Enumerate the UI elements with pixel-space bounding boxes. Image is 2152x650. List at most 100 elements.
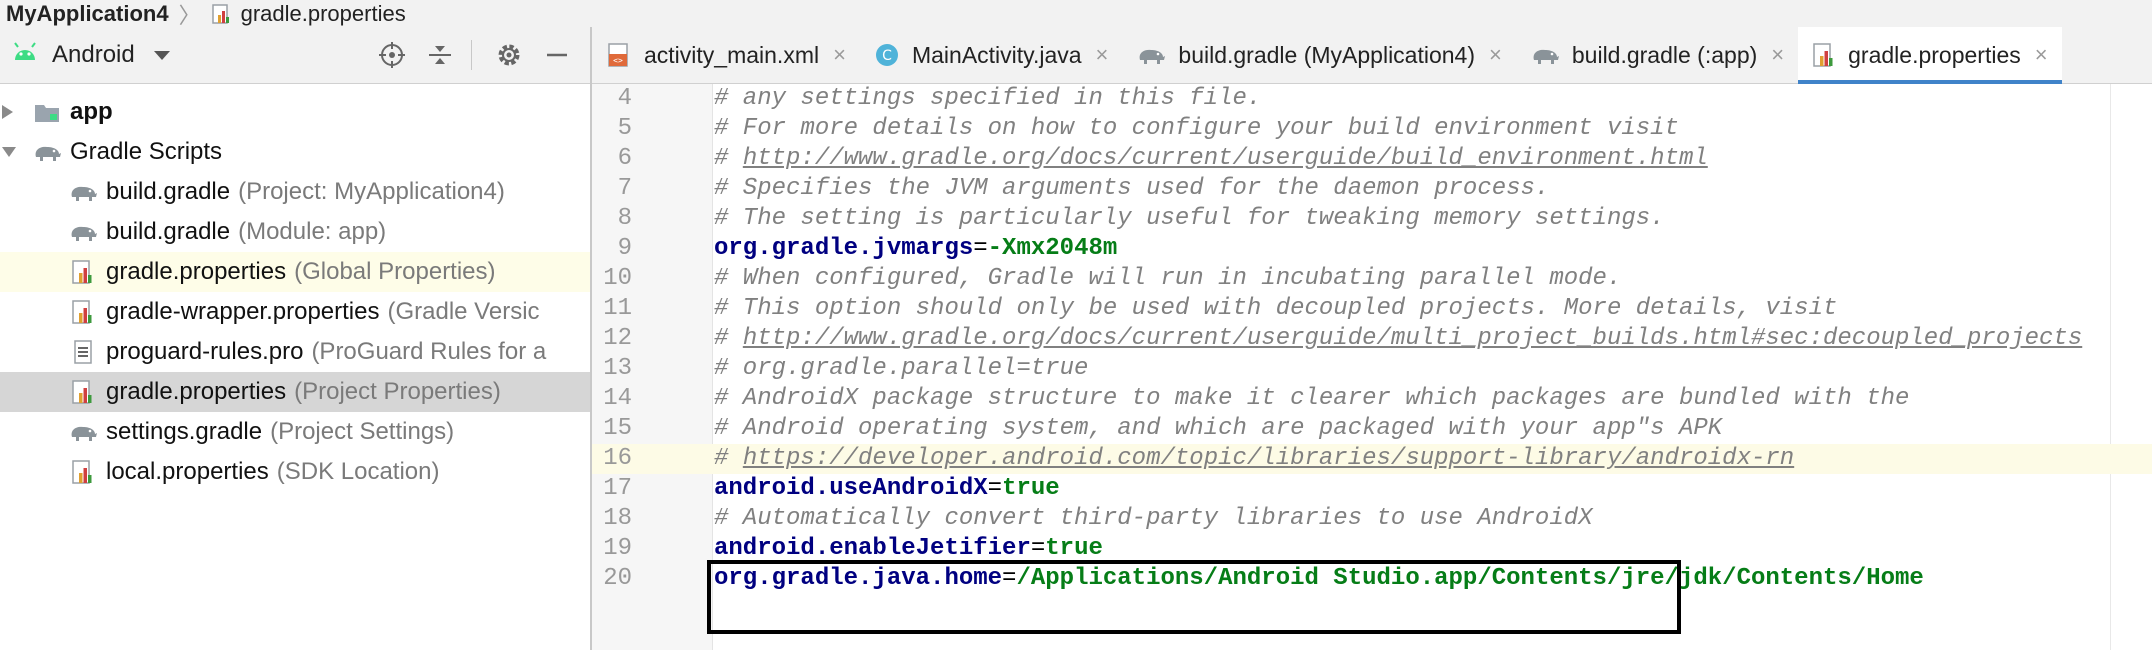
code-text: # https://developer.android.com/topic/li… [714,444,1794,474]
code-link[interactable]: https://developer.android.com/topic/libr… [743,445,1794,472]
code-line[interactable]: 8 # The setting is particularly useful fo… [592,204,2152,234]
code-line[interactable]: 17 android.useAndroidX=true [592,474,2152,504]
code-token: # org.gradle.parallel=true [714,355,1089,382]
code-token: # For more details on how to configure y… [714,115,1679,142]
code-token: # This option should only be used with d… [714,295,1838,322]
gradle-elephant-icon [68,417,98,447]
code-line[interactable]: 13 # org.gradle.parallel=true [592,354,2152,384]
gradle-elephant-icon [1530,44,1560,66]
minimize-icon[interactable] [536,34,578,76]
java-class-icon: C [874,42,900,68]
breadcrumb-project[interactable]: MyApplication4 [0,1,169,27]
code-line[interactable]: 15 # Android operating system, and which … [592,414,2152,444]
editor-tab[interactable]: gradle.properties × [1798,27,2063,84]
code-text: # For more details on how to configure y… [714,114,1679,144]
tree-item[interactable]: gradle-wrapper.properties (Gradle Versic [0,292,590,332]
annotation-highlight-box [707,560,1681,634]
line-number: 16 [592,444,632,474]
editor-tab[interactable]: build.gradle (MyApplication4) × [1122,27,1515,83]
editor-tab[interactable]: <> activity_main.xml × [592,27,860,83]
tree-item[interactable]: gradle.properties (Project Properties) [0,372,590,412]
tree-item[interactable]: app [0,92,590,132]
code-link[interactable]: http://www.gradle.org/docs/current/userg… [743,325,2082,352]
gear-icon[interactable] [488,34,530,76]
code-line[interactable]: 9 org.gradle.jvmargs=-Xmx2048m [592,234,2152,264]
code-line[interactable]: 16 # https://developer.android.com/topic/… [592,444,2152,474]
close-icon[interactable]: × [2035,42,2048,68]
code-line[interactable]: 6 # http://www.gradle.org/docs/current/us… [592,144,2152,174]
code-token: # [714,145,743,172]
tree-item-label: gradle-wrapper.properties [106,298,380,325]
tree-item[interactable]: proguard-rules.pro (ProGuard Rules for a [0,332,590,372]
code-line[interactable]: 5 # For more details on how to configure … [592,114,2152,144]
tree-item[interactable]: Gradle Scripts [0,132,590,172]
tree-item[interactable]: build.gradle (Module: app) [0,212,590,252]
code-text: # AndroidX package structure to make it … [714,384,1909,414]
tree-item-label: local.properties [106,458,269,485]
close-icon[interactable]: × [833,42,846,68]
code-text: # Android operating system, and which ar… [714,414,1722,444]
line-number: 20 [603,565,632,592]
line-number: 13 [603,355,632,382]
toolbar-divider [471,40,472,70]
code-token: -Xmx2048m [987,235,1118,262]
close-icon[interactable]: × [1096,42,1109,68]
project-panel-toolbar: Android [0,27,590,84]
tree-item-hint: (Gradle Versic [387,298,540,325]
close-icon[interactable]: × [1771,42,1784,68]
breadcrumb-separator-icon: 〉 [178,2,201,28]
tree-item-label: app [70,98,113,125]
locate-target-icon[interactable] [371,34,413,76]
tree-item-hint: (Module: app) [238,218,387,245]
editor-tab-bar: <> activity_main.xml × C MainActivity.java × b… [592,27,2152,84]
properties-file-icon [1812,42,1836,68]
gradle-elephant-icon [32,137,62,167]
code-text: org.gradle.jvmargs=-Xmx2048m [714,234,1117,264]
tree-item-hint: (Global Properties) [294,258,496,285]
chevron-right-icon[interactable] [0,102,16,122]
tree-item[interactable]: gradle.properties (Global Properties) [0,252,590,292]
editor-tab[interactable]: C MainActivity.java × [860,27,1122,83]
code-line[interactable]: 14 # AndroidX package structure to make i… [592,384,2152,414]
breadcrumb-file[interactable]: gradle.properties [211,1,406,27]
code-token: android.useAndroidX [714,475,988,502]
code-line[interactable]: 12 # http://www.gradle.org/docs/current/u… [592,324,2152,354]
line-number: 15 [603,415,632,442]
editor-tab[interactable]: build.gradle (:app) × [1516,27,1798,83]
tree-item-label: proguard-rules.pro [106,338,304,365]
code-line[interactable]: 10 # When configured, Gradle will run in … [592,264,2152,294]
code-token: true [1002,475,1060,502]
code-token: # Automatically convert third-party libr… [714,505,1593,532]
code-text: # any settings specified in this file. [714,84,1261,114]
code-line[interactable]: 18 # Automatically convert third-party li… [592,504,2152,534]
code-text: android.useAndroidX=true [714,474,1060,504]
line-number: 10 [603,265,632,292]
code-token: # any settings specified in this file. [714,85,1262,112]
line-number: 18 [603,505,632,532]
code-line[interactable]: 4 # any settings specified in this file. [592,84,2152,114]
tree-item-label: build.gradle [106,178,231,205]
code-line[interactable]: 7 # Specifies the JVM arguments used for … [592,174,2152,204]
properties-file-icon [68,297,98,327]
tree-item-hint: (Project Settings) [270,418,455,445]
gradle-elephant-icon [1136,44,1166,66]
tree-item-label: Gradle Scripts [70,138,223,165]
project-view-selector[interactable]: Android [12,41,171,69]
tree-item-hint: (Project Properties) [294,378,501,405]
code-token: # [714,325,743,352]
chevron-down-icon[interactable] [0,144,18,160]
project-panel: Android app Gradle Scripts build.gradle (Pr… [0,27,592,650]
tree-item-label: build.gradle [106,218,231,245]
code-link[interactable]: http://www.gradle.org/docs/current/userg… [743,145,1708,172]
close-icon[interactable]: × [1489,42,1502,68]
code-token: = [973,235,988,262]
tree-item[interactable]: build.gradle (Project: MyApplication4) [0,172,590,212]
tree-item-hint: (SDK Location) [276,458,440,485]
code-token: # Specifies the JVM arguments used for t… [714,175,1550,202]
code-text: # org.gradle.parallel=true [714,354,1088,384]
code-line[interactable]: 11 # This option should only be used with… [592,294,2152,324]
line-number: 9 [617,235,632,262]
tree-item[interactable]: local.properties (SDK Location) [0,452,590,492]
collapse-all-icon[interactable] [419,34,461,76]
tree-item[interactable]: settings.gradle (Project Settings) [0,412,590,452]
